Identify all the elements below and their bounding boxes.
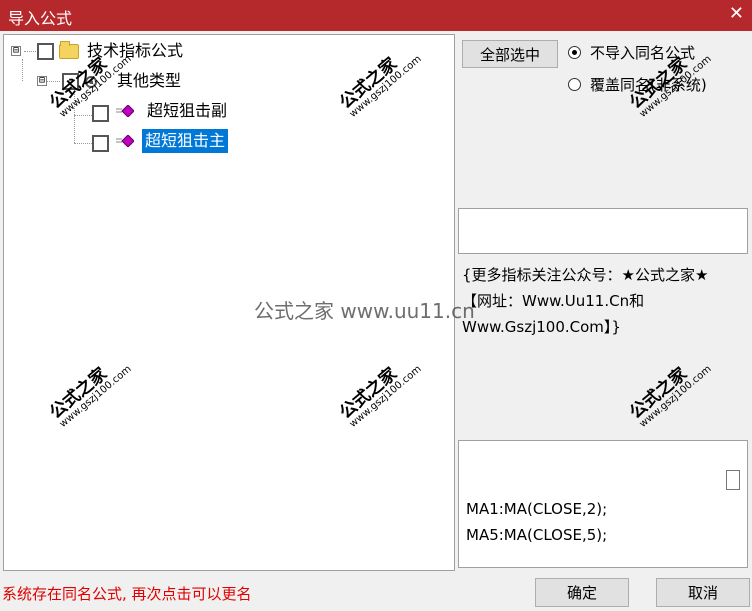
window-title: 导入公式 bbox=[8, 9, 73, 28]
collapse-icon[interactable]: ⊟ bbox=[37, 76, 47, 86]
radio-skip-same-name[interactable]: 不导入同名公式 bbox=[568, 42, 748, 64]
folder-icon bbox=[59, 41, 79, 59]
status-message: 系统存在同名公式, 再次点击可以更名 bbox=[2, 585, 252, 603]
radio-indicator[interactable] bbox=[568, 78, 581, 91]
tree-leaf-label-selected: 超短狙击主 bbox=[142, 129, 229, 153]
tree-leaf-item[interactable]: 超短狙击主 bbox=[4, 129, 404, 153]
indicator-gem-icon bbox=[116, 135, 134, 147]
select-all-button[interactable]: 全部选中 bbox=[462, 40, 558, 68]
close-icon[interactable]: ✕ bbox=[729, 3, 744, 24]
radio-indicator[interactable] bbox=[568, 46, 581, 59]
tree-node-root[interactable]: ⊟ 技术指标公式 bbox=[4, 39, 404, 63]
leaf-checkbox[interactable] bbox=[92, 105, 109, 122]
formula-description: {更多指标关注公众号：★公式之家★ 【网址：Www.Uu11.Cn和Www.Gs… bbox=[462, 266, 709, 336]
code-line: MA1:MA(CLOSE,2); bbox=[466, 500, 608, 518]
root-checkbox[interactable] bbox=[37, 43, 54, 60]
tree-leaf-label: 超短狙击副 bbox=[147, 101, 228, 120]
center-watermark: 公式之家 www.uu11.cn bbox=[254, 299, 475, 323]
empty-info-box bbox=[458, 208, 748, 254]
ok-button[interactable]: 确定 bbox=[535, 578, 629, 607]
code-line: MA5:MA(CLOSE,5); bbox=[466, 526, 608, 544]
collapse-icon[interactable]: ⊟ bbox=[11, 46, 21, 56]
watermark: 公式之家 www.gszj100.com bbox=[626, 363, 714, 430]
tree-node-label: 其他类型 bbox=[117, 71, 182, 90]
cancel-button[interactable]: 取消 bbox=[656, 578, 750, 607]
leaf-checkbox[interactable] bbox=[92, 135, 109, 152]
title-bar: 导入公式 ✕ bbox=[0, 0, 752, 31]
formula-code: MA1:MA(CLOSE,2); MA5:MA(CLOSE,5); bbox=[466, 496, 607, 548]
indicator-gem-icon bbox=[116, 105, 134, 117]
scrollbar-thumb[interactable] bbox=[726, 470, 740, 490]
